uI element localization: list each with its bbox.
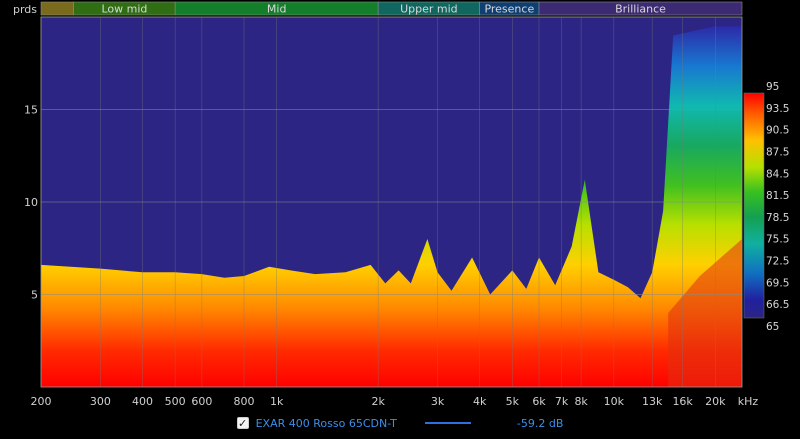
x-tick-label-1: 300: [90, 395, 111, 408]
x-tick-label-17: 20k: [705, 395, 726, 408]
x-tick-label-4: 600: [191, 395, 212, 408]
x-tick-label-2: 400: [132, 395, 153, 408]
x-tick-label-14: 10k: [604, 395, 625, 408]
x-tick-label-16: 16k: [672, 395, 693, 408]
y-tick-label-2: 15: [24, 104, 38, 117]
color-scale-label-2: 90.5: [766, 125, 789, 137]
color-scale-label-3: 87.5: [766, 146, 789, 158]
band-label-4: Presence: [484, 3, 534, 16]
band-label-2: Mid: [267, 3, 287, 16]
series-name: EXAR 400 Rosso 65CDN-T: [255, 416, 397, 430]
color-scale-bar: [743, 92, 765, 319]
color-scale-label-9: 69.5: [766, 277, 789, 289]
legend: ✓ EXAR 400 Rosso 65CDN-T -59.2 dB: [0, 412, 800, 434]
y-tick-label-1: 10: [24, 196, 38, 209]
color-scale-label-8: 72.5: [766, 256, 789, 268]
series-line-swatch: [424, 422, 471, 424]
color-scale-label-0: 95: [766, 81, 779, 93]
band-label-3: Upper mid: [400, 3, 458, 16]
color-scale-label-4: 84.5: [766, 168, 789, 180]
x-tick-label-8: 3k: [431, 395, 445, 408]
x-tick-label-11: 6k: [532, 395, 546, 408]
color-scale-label-1: 93.5: [766, 103, 789, 115]
x-tick-label-9: 4k: [473, 395, 487, 408]
color-scale-label-10: 66.5: [766, 299, 789, 311]
x-tick-label-6: 1k: [270, 395, 284, 408]
x-tick-label-13: 8k: [574, 395, 588, 408]
y-unit-label: prds: [13, 3, 37, 16]
color-scale-label-5: 81.5: [766, 190, 789, 202]
series-value: -59.2 dB: [516, 416, 564, 430]
band-label-1: Low mid: [101, 3, 147, 16]
x-tick-label-3: 500: [165, 395, 186, 408]
chart-svg: Low mid Mid Upper mid Presence Brilliance pr…: [13, 1, 789, 408]
color-scale-label-11: 65: [766, 321, 779, 333]
x-tick-label-10: 5k: [506, 395, 520, 408]
color-scale-label-6: 78.5: [766, 212, 789, 224]
x-tick-label-12: 7k: [555, 395, 569, 408]
band-0: [40, 1, 74, 16]
series-checkbox[interactable]: ✓: [236, 417, 249, 430]
waterfall-chart: Low mid Mid Upper mid Presence Brilliance pr…: [0, 0, 800, 435]
x-tick-label-7: 2k: [371, 395, 385, 408]
color-scale-label-7: 75.5: [766, 234, 789, 246]
x-unit-label: kHz: [738, 395, 759, 408]
y-tick-label-0: 5: [31, 289, 38, 302]
x-tick-label-15: 13k: [642, 395, 663, 408]
band-label-5: Brilliance: [615, 3, 666, 16]
x-tick-label-0: 200: [31, 395, 52, 408]
x-tick-label-5: 800: [233, 395, 254, 408]
